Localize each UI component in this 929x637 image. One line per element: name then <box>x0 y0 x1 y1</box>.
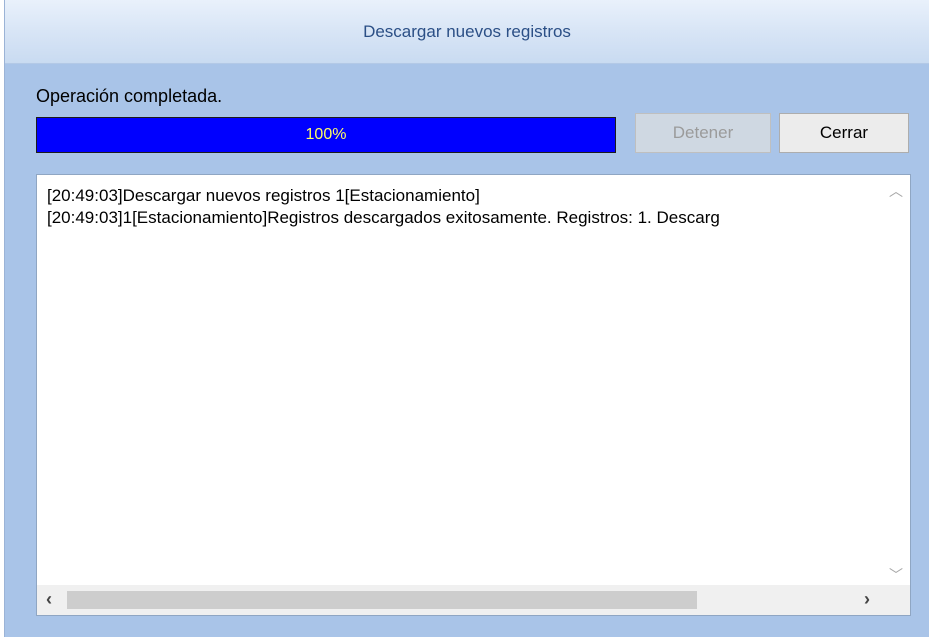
horizontal-scroll-thumb[interactable] <box>67 591 697 609</box>
horizontal-scrollbar[interactable]: ‹ › <box>37 585 910 615</box>
title-bar: Descargar nuevos registros <box>5 0 929 64</box>
stop-button[interactable]: Detener <box>635 113 771 153</box>
window-title: Descargar nuevos registros <box>363 21 571 41</box>
log-lines: [20:49:03]Descargar nuevos registros 1[E… <box>47 185 876 229</box>
chevron-up-icon[interactable]: ︿ <box>882 181 910 201</box>
progress-label: 100% <box>305 126 347 143</box>
vertical-scrollbar[interactable]: ︿ ﹀ <box>882 175 910 587</box>
progress-bar: 100% <box>36 117 616 153</box>
close-button[interactable]: Cerrar <box>779 113 909 153</box>
log-line: [20:49:03]1[Estacionamiento]Registros de… <box>47 208 720 227</box>
log-box[interactable]: [20:49:03]Descargar nuevos registros 1[E… <box>36 174 911 616</box>
status-text: Operación completada. <box>36 86 223 106</box>
chevron-down-icon[interactable]: ﹀ <box>882 565 910 585</box>
log-line: [20:49:03]Descargar nuevos registros 1[E… <box>47 186 480 205</box>
chevron-left-icon[interactable]: ‹ <box>46 589 52 610</box>
download-dialog: Descargar nuevos registros Operación com… <box>4 0 929 637</box>
chevron-right-icon[interactable]: › <box>864 589 870 610</box>
